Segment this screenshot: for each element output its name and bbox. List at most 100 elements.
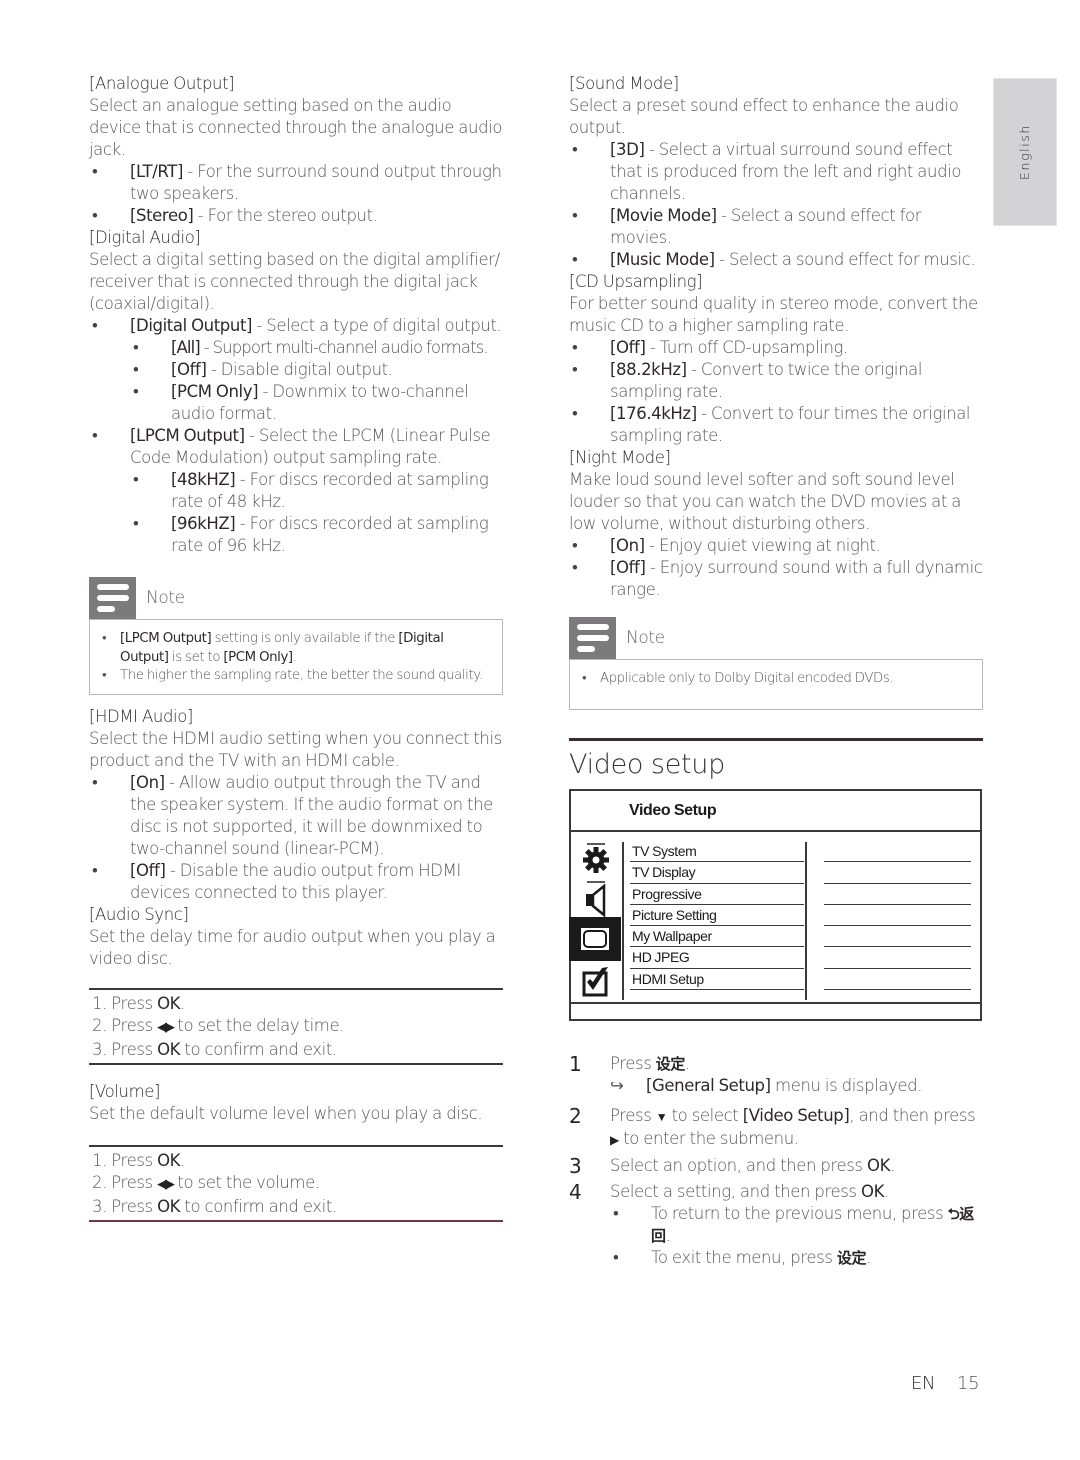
left-right-arrows-icon: ◀▶ xyxy=(157,1019,175,1035)
section-heading: [HDMI Audio] xyxy=(89,706,193,726)
menu-item-hdmi-setup[interactable]: HDMI Setup xyxy=(630,969,804,991)
page-number: 15 xyxy=(957,1373,980,1394)
menu-item-tv-display[interactable]: TV Display xyxy=(630,862,804,884)
step-bullets: To return to the previous menu, press ⮌返… xyxy=(610,1203,983,1269)
menu-value-slot xyxy=(824,905,971,927)
step-number: 1 xyxy=(569,1052,582,1076)
option-text: - Enjoy quiet viewing at night. xyxy=(644,536,881,555)
option-list: [3D] - Select a virtual surround sound e… xyxy=(569,139,983,271)
menu-item-progressive[interactable]: Progressive xyxy=(630,884,804,905)
step: 3. Press OK to confirm and exit. xyxy=(92,1196,337,1216)
option-text: - Enjoy surround sound with a full dynam… xyxy=(610,558,983,599)
option-text: - Disable the audio output from HDMI dev… xyxy=(130,860,461,902)
option-key: [Music Mode] xyxy=(610,250,715,269)
checkbox-icon[interactable] xyxy=(571,961,620,1001)
note-text: . xyxy=(292,649,297,665)
audio-sync-section: [Audio Sync] Set the delay time for audi… xyxy=(89,904,503,1065)
option-key: [88.2kHz] xyxy=(610,360,687,379)
menu-item-my-wallpaper[interactable]: My Wallpaper xyxy=(630,926,804,948)
note-text: setting is only available if the xyxy=(211,631,399,646)
left-right-arrows-icon: ◀▶ xyxy=(157,1176,175,1192)
option-key: [Movie Mode] xyxy=(610,206,717,225)
speaker-icon[interactable] xyxy=(571,879,620,919)
note-item: The higher the sampling rate, the better… xyxy=(100,667,490,686)
option-list: [Digital Output] - Select a type of digi… xyxy=(89,315,503,337)
option-text: - Select a type of digital output. xyxy=(252,316,502,335)
step-bullet: To exit the menu, press 设定. xyxy=(610,1247,983,1269)
ok-key: OK xyxy=(157,1039,181,1059)
note-header: Note xyxy=(89,577,503,619)
option-key: [On] xyxy=(610,536,645,555)
sub-option-item: [48kHZ] - For discs recorded at sampling… xyxy=(130,469,503,513)
option-list: [On] - Allow audio output through the TV… xyxy=(89,772,503,904)
option-key: [Off] xyxy=(130,860,166,880)
menu-title: Video Setup xyxy=(571,791,980,832)
note-body: [LPCM Output] setting is only available … xyxy=(89,619,503,695)
section-heading: [Sound Mode] xyxy=(569,74,679,93)
note-header: Note xyxy=(569,617,983,659)
section-title: Video setup xyxy=(569,749,725,780)
step: 1. Press OK. xyxy=(92,993,185,1013)
option-list: [LPCM Output] - Select the LPCM (Linear … xyxy=(89,425,503,469)
note-title: Note xyxy=(626,628,665,648)
option-key: [96kHZ] xyxy=(171,514,236,533)
section-heading: [Audio Sync] xyxy=(89,904,189,924)
menu-value-slot xyxy=(824,969,971,991)
section-heading: [Digital Audio] xyxy=(89,228,201,247)
menu-value-slot xyxy=(824,884,971,905)
option-key: [PCM Only] xyxy=(171,382,259,401)
setup-key: 设定 xyxy=(655,1055,686,1073)
option-item: [88.2kHz] - Convert to twice the origina… xyxy=(569,359,983,403)
section-heading: [Volume] xyxy=(89,1081,161,1101)
option-item: [Music Mode] - Select a sound effect for… xyxy=(569,249,983,271)
section-description: Make loud sound level softer and soft so… xyxy=(569,470,961,533)
down-arrow-icon: ▼ xyxy=(655,1110,668,1124)
menu-divider xyxy=(622,842,624,1000)
note-box: Note Applicable only to Dolby Digital en… xyxy=(569,617,983,710)
step-number: 3 xyxy=(569,1154,582,1178)
menu-item-tv-system[interactable]: TV System xyxy=(630,841,804,863)
note-item: [LPCM Output] setting is only available … xyxy=(100,630,490,667)
section-description: For better sound quality in stereo mode,… xyxy=(569,294,978,335)
option-item: [Movie Mode] - Select a sound effect for… xyxy=(569,205,983,249)
option-item: [176.4kHz] - Convert to four times the o… xyxy=(569,403,983,447)
section-heading: [CD Upsampling] xyxy=(569,272,703,291)
video-setup-menu: Video Setup TV System TV Display Progres… xyxy=(569,789,982,1021)
right-column: [Sound Mode] Select a preset sound effec… xyxy=(569,73,983,1269)
step-block: 1. Press OK. 2. Press ◀▶ to set the dela… xyxy=(89,987,503,1065)
option-key: [LPCM Output] xyxy=(130,426,245,445)
menu-value-slot xyxy=(824,926,971,948)
sub-option-list: [All] - Support multi-channel audio form… xyxy=(130,337,503,425)
sub-option-list: [48kHZ] - For discs recorded at sampling… xyxy=(130,469,503,557)
menu-item-hd-jpeg[interactable]: HD JPEG xyxy=(630,947,804,969)
gear-icon[interactable] xyxy=(571,839,620,879)
note-item: Applicable only to Dolby Digital encoded… xyxy=(580,670,970,689)
option-text: - For the stereo output. xyxy=(193,206,378,225)
step-1: 1 Press 设定. ↪ [General Setup] menu is dis… xyxy=(569,1053,983,1097)
digital-audio-section: [Digital Audio] Select a digital setting… xyxy=(89,227,503,557)
option-key: [Stereo] xyxy=(130,206,194,225)
screen-icon[interactable] xyxy=(569,917,621,961)
option-text: - Disable digital output. xyxy=(206,360,393,379)
step: 2. Press ◀▶ to set the delay time. xyxy=(92,1015,345,1035)
option-text: - Allow audio output through the TV and … xyxy=(130,772,493,858)
sound-mode-section: [Sound Mode] Select a preset sound effec… xyxy=(569,73,983,271)
volume-section: [Volume] Set the default volume level wh… xyxy=(89,1081,503,1222)
note-title: Note xyxy=(146,588,185,608)
step: 3. Press OK to confirm and exit. xyxy=(92,1039,337,1059)
section-description: Set the delay time for audio output when… xyxy=(89,926,496,968)
page-footer: EN 15 xyxy=(911,1373,980,1395)
option-item: [Digital Output] - Select a type of digi… xyxy=(89,315,503,337)
step-number: 4 xyxy=(569,1180,582,1204)
menu-icon-column xyxy=(569,837,621,997)
result-arrow-icon: ↪ xyxy=(610,1076,624,1095)
option-key: [Off] xyxy=(610,338,646,357)
left-column: [Analogue Output] Select an analogue set… xyxy=(89,73,503,1222)
option-key: [Off] xyxy=(610,558,646,577)
menu-item-picture-setting[interactable]: Picture Setting xyxy=(630,905,804,927)
cd-upsampling-section: [CD Upsampling] For better sound quality… xyxy=(569,271,983,447)
option-item: [On] - Enjoy quiet viewing at night. xyxy=(569,535,983,557)
note-icon xyxy=(89,577,136,619)
night-mode-section: [Night Mode] Make loud sound level softe… xyxy=(569,447,983,601)
option-item: [LPCM Output] - Select the LPCM (Linear … xyxy=(89,425,503,469)
